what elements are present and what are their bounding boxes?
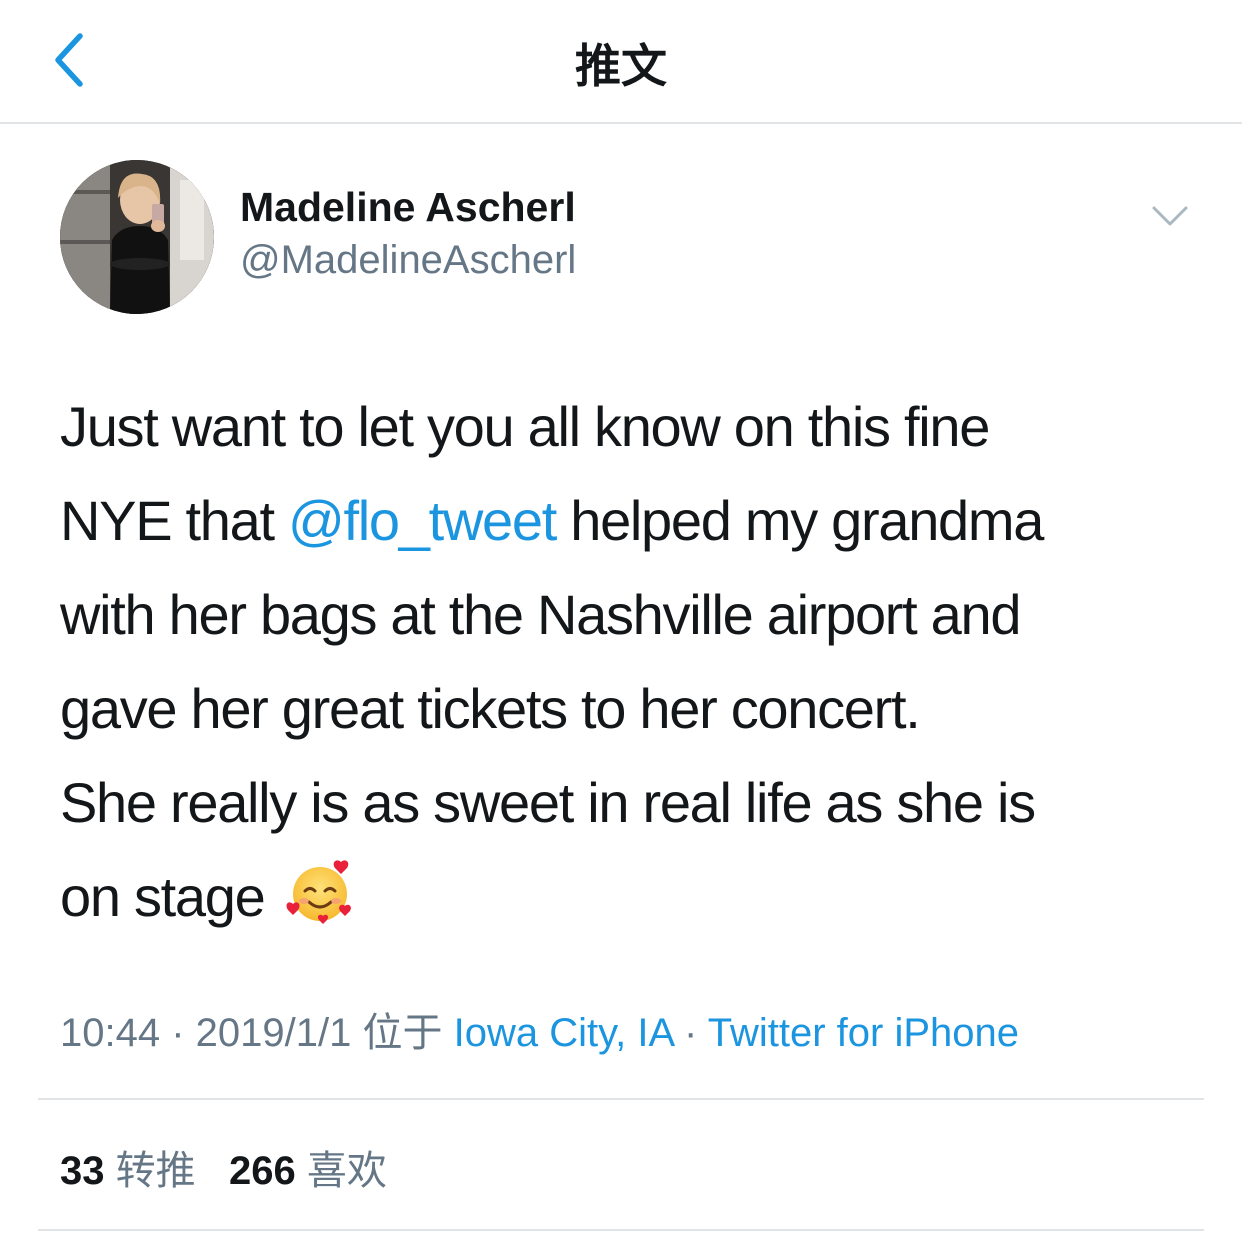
tweet-time: 10:44 xyxy=(60,1011,161,1055)
page-title: 推文 xyxy=(575,40,667,92)
chevron-down-icon xyxy=(1152,206,1188,226)
divider xyxy=(38,1098,1204,1100)
avatar-photo xyxy=(60,160,214,314)
tweet-text-segment: NYE that xyxy=(60,489,288,552)
tweet-stats: 33 转推 266 喜欢 xyxy=(60,1138,387,1196)
location-link[interactable]: Iowa City, IA xyxy=(454,1011,673,1055)
retweets-stat[interactable]: 33 转推 xyxy=(60,1149,196,1193)
tweet-date: 2019/1/1 xyxy=(195,1011,352,1055)
tweet-meta: 10:44 · 2019/1/1 位于 Iowa City, IA · Twit… xyxy=(60,1000,1019,1058)
retweets-label: 转推 xyxy=(115,1149,196,1193)
tweet-text: Just want to let you all know on this fi… xyxy=(60,380,1210,944)
likes-count: 266 xyxy=(228,1149,296,1193)
tweet-text-segment: helped my grandma xyxy=(555,489,1044,552)
tweet-line: She really is as sweet in real life as s… xyxy=(60,771,1036,834)
likes-stat[interactable]: 266 喜欢 xyxy=(229,1149,387,1193)
tweet-text-segment: on stage xyxy=(60,865,266,928)
navigation-bar: 推文 xyxy=(0,0,1242,124)
source-link[interactable]: Twitter for iPhone xyxy=(708,1011,1019,1055)
tweet-line: with her bags at the Nashville airport a… xyxy=(60,583,1021,646)
retweets-count: 33 xyxy=(60,1149,105,1193)
tweet-line: Just want to let you all know on this fi… xyxy=(60,395,990,458)
likes-label: 喜欢 xyxy=(306,1149,387,1193)
author-name[interactable]: Madeline Ascherl xyxy=(240,184,576,231)
location-prefix: 位于 xyxy=(351,1011,454,1055)
tweet-line: on stage xyxy=(60,850,1210,944)
tweet-line: gave her great tickets to her concert. xyxy=(60,677,921,740)
avatar[interactable] xyxy=(60,160,214,314)
smiling-face-with-hearts-icon xyxy=(286,860,351,924)
meta-separator: · xyxy=(160,1011,196,1055)
author-handle[interactable]: @MadelineAscherl xyxy=(240,238,576,283)
tweet-line: NYE that @flo_tweet helped my grandma xyxy=(60,474,1210,568)
more-options-button[interactable] xyxy=(1148,198,1192,238)
divider xyxy=(38,1229,1204,1231)
meta-separator: · xyxy=(672,1011,708,1055)
mention-link[interactable]: @flo_tweet xyxy=(288,489,557,552)
